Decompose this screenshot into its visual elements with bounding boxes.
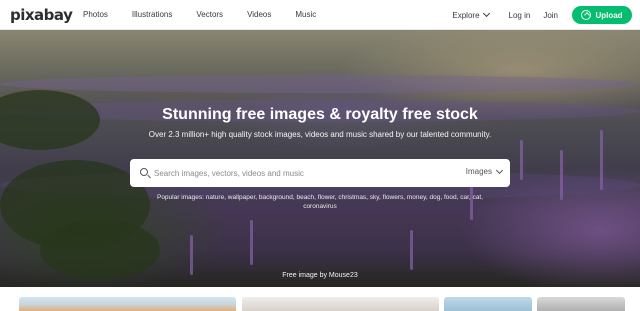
upload-button[interactable]: Upload xyxy=(572,6,632,24)
page: pixabay Photos Illustrations Vectors Vid… xyxy=(0,0,640,311)
search-bar: Images xyxy=(130,159,510,187)
explore-label: Explore xyxy=(452,10,480,20)
explore-menu[interactable]: Explore xyxy=(452,9,490,20)
search-icon[interactable] xyxy=(140,168,148,176)
hero-banner: Stunning free images & royalty free stoc… xyxy=(0,30,640,287)
nav-photos[interactable]: Photos xyxy=(83,10,108,20)
image-credit[interactable]: Free image by Mouse23 xyxy=(0,271,640,280)
chevron-down-icon xyxy=(495,166,504,174)
hero-subtitle: Over 2.3 million+ high quality stock ima… xyxy=(148,130,492,139)
nav-music[interactable]: Music xyxy=(295,10,316,20)
image-thumbnail[interactable] xyxy=(444,297,532,311)
hero-title: Stunning free images & royalty free stoc… xyxy=(162,106,478,123)
chevron-down-icon xyxy=(482,9,490,18)
main-nav: Photos Illustrations Vectors Videos Musi… xyxy=(83,10,340,20)
upload-icon xyxy=(581,10,592,20)
upload-label: Upload xyxy=(595,10,623,20)
popular-searches-line[interactable]: coronavirus xyxy=(140,202,500,211)
user-nav: Explore Log in Join Upload xyxy=(452,6,632,24)
media-type-select[interactable]: Images xyxy=(465,166,504,176)
popular-searches-line[interactable]: Popular images: nature, wallpaper, backg… xyxy=(140,193,500,202)
nav-illustrations[interactable]: Illustrations xyxy=(132,10,172,20)
image-thumbnail[interactable] xyxy=(242,297,439,311)
image-thumbnail[interactable] xyxy=(537,297,625,311)
image-grid xyxy=(0,287,640,311)
logo[interactable]: pixabay xyxy=(10,6,73,24)
join-link[interactable]: Join xyxy=(543,11,558,20)
media-type-label: Images xyxy=(465,167,492,176)
popular-searches: Popular images: nature, wallpaper, backg… xyxy=(140,193,500,211)
nav-videos[interactable]: Videos xyxy=(247,10,271,20)
image-thumbnail[interactable] xyxy=(19,297,236,311)
login-link[interactable]: Log in xyxy=(509,11,531,20)
site-header: pixabay Photos Illustrations Vectors Vid… xyxy=(0,0,640,30)
search-input[interactable] xyxy=(154,165,454,181)
nav-vectors[interactable]: Vectors xyxy=(196,10,223,20)
